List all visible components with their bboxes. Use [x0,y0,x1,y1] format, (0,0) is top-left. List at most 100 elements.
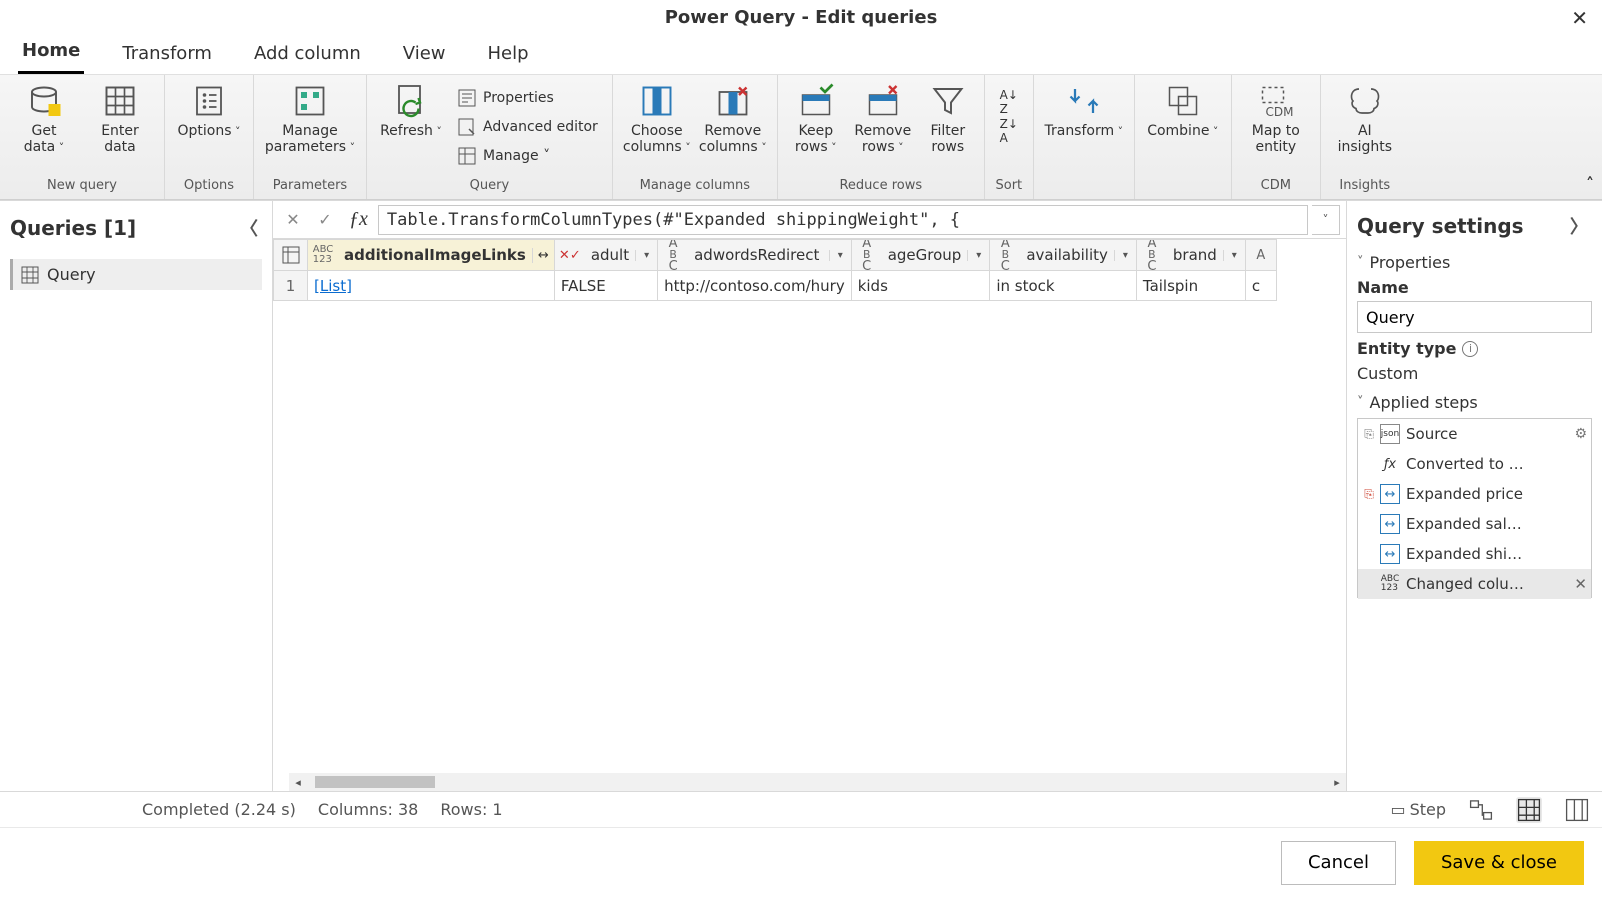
gear-icon[interactable]: ⚙ [1574,426,1587,442]
collapse-settings-icon[interactable]: 〉 [1566,209,1592,243]
filter-icon[interactable]: ▾ [967,250,989,261]
tab-home[interactable]: Home [18,32,84,74]
cell[interactable]: c [1245,271,1276,301]
remove-columns-icon [715,83,751,119]
cancel-button[interactable]: Cancel [1281,841,1396,885]
horizontal-scrollbar[interactable]: ◂ ▸ [307,773,1346,791]
manage-button[interactable]: Manage ˅ [453,143,602,169]
properties-section[interactable]: Properties [1357,253,1592,272]
scrollbar-thumb[interactable] [315,776,435,788]
cancel-formula-icon[interactable]: ✕ [279,206,307,234]
tab-help[interactable]: Help [484,35,533,74]
properties-button[interactable]: Properties [453,85,602,111]
workspace: Queries [1] 〈 Query ✕ ✓ ƒx Table.Transfo… [0,200,1602,791]
step-label: Step [1410,800,1446,819]
cell[interactable]: [List] [308,271,555,301]
group-label: Sort [995,178,1023,197]
filter-rows-label: Filter rows [930,123,965,155]
refresh-button[interactable]: Refresh [377,81,445,139]
column-name: availability [1020,246,1114,264]
filter-icon[interactable]: ▾ [1223,250,1245,261]
filter-icon [930,83,966,119]
editor-area: ✕ ✓ ƒx Table.TransformColumnTypes(#"Expa… [273,201,1346,791]
formula-bar: ✕ ✓ ƒx Table.TransformColumnTypes(#"Expa… [273,201,1346,239]
collapse-queries-icon[interactable]: 〈 [236,211,262,245]
column-view-icon[interactable] [1564,797,1590,823]
scroll-right-icon[interactable]: ▸ [1328,773,1346,791]
combine-button[interactable]: Combine [1145,81,1221,139]
column-header[interactable]: ABCavailability▾ [990,240,1137,271]
applied-steps-section[interactable]: Applied steps [1357,393,1592,412]
commit-formula-icon[interactable]: ✓ [311,206,339,234]
step-item[interactable]: ↔Expanded sal… [1358,509,1591,539]
column-header[interactable]: ABCbrand▾ [1136,240,1245,271]
cell[interactable]: FALSE [554,271,657,301]
cell[interactable]: http://contoso.com/hury [658,271,852,301]
close-icon[interactable]: ✕ [1571,6,1588,30]
step-item[interactable]: ABC123Changed colu…✕ [1358,569,1591,599]
keep-rows-button[interactable]: Keep rows [788,81,844,155]
filter-icon[interactable]: ▾ [829,250,851,261]
step-item[interactable]: ⎘jsonSource⚙ [1358,419,1591,449]
advanced-editor-button[interactable]: Advanced editor [453,114,602,140]
diagram-view-icon[interactable] [1468,797,1494,823]
column-header[interactable]: ABCadwordsRedirect▾ [658,240,852,271]
formula-dropdown-icon[interactable]: ˅ [1312,205,1340,235]
sort-desc-button[interactable]: Z↓A [995,118,1023,144]
column-header[interactable]: ABCageGroup▾ [851,240,990,271]
cell[interactable]: in stock [990,271,1137,301]
row-header-corner[interactable] [274,240,308,271]
query-item-label: Query [47,265,96,284]
tab-view[interactable]: View [399,35,450,74]
save-and-close-button[interactable]: Save & close [1414,841,1584,885]
step-item[interactable]: ⎘↔Expanded price [1358,479,1591,509]
step-view-icon[interactable]: ▭ Step [1390,797,1446,823]
source-mark-icon: ⎘ [1362,427,1376,441]
expand-icon[interactable]: ↔ [532,248,554,263]
list-link[interactable]: [List] [314,277,352,295]
cell[interactable]: kids [851,271,990,301]
column-name: additionalImageLinks [338,246,532,264]
step-label: Expanded price [1406,485,1523,503]
info-icon[interactable]: i [1462,341,1478,357]
query-name-input[interactable] [1357,301,1592,333]
transform-button[interactable]: Transform [1044,81,1124,139]
data-grid[interactable]: ABC123additionalImageLinks↔ ✕✓adult▾ ABC… [273,239,1346,791]
formula-input[interactable]: Table.TransformColumnTypes(#"Expanded sh… [378,205,1308,235]
query-item[interactable]: Query [10,259,262,290]
get-data-button[interactable]: Get data [10,81,78,155]
options-button[interactable]: Options [175,81,243,139]
table-row[interactable]: 1 [List] FALSE http://contoso.com/hury k… [274,271,1277,301]
step-item[interactable]: ƒxConverted to … [1358,449,1591,479]
grid-view-icon[interactable] [1516,797,1542,823]
sort-asc-button[interactable]: A↓Z [995,89,1023,115]
warning-mark-icon: ⎘ [1362,487,1376,501]
choose-columns-button[interactable]: Choose columns [623,81,691,155]
cell[interactable]: Tailspin [1136,271,1245,301]
enter-data-button[interactable]: Enter data [86,81,154,155]
expand-step-icon: ↔ [1380,514,1400,534]
properties-icon [457,88,477,108]
tab-transform[interactable]: Transform [118,35,216,74]
group-insights: AI insights Insights [1321,75,1409,199]
remove-columns-button[interactable]: Remove columns [699,81,767,155]
choose-columns-label: Choose columns [623,123,691,155]
filter-icon[interactable]: ▾ [635,250,657,261]
type-text-icon: ABC [852,240,882,271]
tab-add-column[interactable]: Add column [250,35,365,74]
column-header[interactable]: ABC123additionalImageLinks↔ [308,240,555,271]
step-item[interactable]: ↔Expanded shi… [1358,539,1591,569]
ai-insights-button[interactable]: AI insights [1331,81,1399,155]
scroll-left-icon[interactable]: ◂ [289,773,307,791]
column-header[interactable]: ✕✓adult▾ [554,240,657,271]
delete-step-icon[interactable]: ✕ [1574,575,1587,593]
remove-rows-button[interactable]: Remove rows [852,81,914,155]
filter-icon[interactable]: ▾ [1114,250,1136,261]
column-header-partial[interactable]: A [1245,240,1276,271]
group-combine: Combine [1135,75,1232,199]
manage-parameters-button[interactable]: Manage parameters [264,81,356,155]
collapse-ribbon-icon[interactable]: ˄ [1586,174,1594,193]
filter-rows-button[interactable]: Filter rows [922,81,974,155]
properties-label: Properties [483,90,554,106]
map-to-entity-button[interactable]: CDM Map to entity [1242,81,1310,155]
